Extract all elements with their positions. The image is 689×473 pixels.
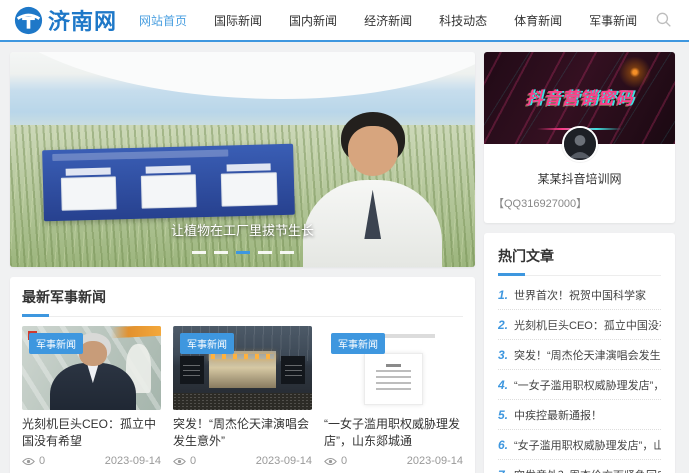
hot-articles-list: 1.世界首次！祝贺中国科学家 2.光刻机巨头CEO：孤立中国没有希望 3.突发！… [498,280,661,473]
news-card[interactable]: 军事新闻 光刻机巨头CEO：孤立中国没有希望 0 2023-09-14 [22,326,161,467]
hot-articles-title: 热门文章 [498,246,661,266]
search-icon[interactable] [655,11,673,29]
nav-item-home[interactable]: 网站首页 [139,12,187,29]
news-meta: 0 2023-09-14 [22,455,161,467]
nav-item-military[interactable]: 军事新闻 [589,12,637,29]
news-card[interactable]: 军事新闻 突发！“周杰伦天津演唱会发生意外” 0 2023-09-14 [173,326,312,467]
news-title[interactable]: “一女子滥用职权威胁理发店”，山东郯城通 [324,416,463,450]
section-title: 最新军事新闻 [22,287,463,307]
nav-item-economy[interactable]: 经济新闻 [364,12,412,29]
publish-date: 2023-09-14 [407,455,463,467]
nav-item-domestic[interactable]: 国内新闻 [289,12,337,29]
news-title[interactable]: 突发！“周杰伦天津演唱会发生意外” [173,416,312,450]
nav-item-sports[interactable]: 体育新闻 [514,12,562,29]
hot-article-item[interactable]: 7.突发意外？周杰伦方面紧急回应 [498,460,661,473]
news-thumbnail-concert: 军事新闻 [173,326,312,410]
news-thumbnail-interview: 军事新闻 [22,326,161,410]
section-divider [498,275,661,276]
main-nav: 网站首页 国际新闻 国内新闻 经济新闻 科技动态 体育新闻 军事新闻 [139,12,655,29]
publish-date: 2023-09-14 [105,455,161,467]
site-header: 济南网 网站首页 国际新闻 国内新闻 经济新闻 科技动态 体育新闻 军事新闻 [0,0,689,42]
eye-icon [324,457,337,466]
hot-article-item[interactable]: 3.突发！“周杰伦天津演唱会发生意外” [498,340,661,370]
site-logo-icon [14,6,43,35]
carousel-dot[interactable] [258,251,272,254]
latest-news-section: 最新军事新闻 军事新闻 光刻机巨头CEO：孤立中国没有希望 [10,277,475,473]
sidebar: 抖音营销密码 某某抖音培训网 【QQ316927000】 热门文章 [484,52,675,473]
category-badge: 军事新闻 [180,333,234,354]
category-badge: 军事新闻 [331,333,385,354]
section-divider [22,316,463,317]
carousel-dot[interactable] [214,251,228,254]
view-count: 0 [324,455,347,467]
hero-carousel[interactable]: 让植物在工厂里拔节生长 [10,52,475,267]
hot-articles-card: 热门文章 1.世界首次！祝贺中国科学家 2.光刻机巨头CEO：孤立中国没有希望 … [484,233,675,473]
view-count: 0 [22,455,45,467]
news-card[interactable]: 军事新闻 “一女子滥用职权威胁理发店”，山东郯城通 0 2023-09-14 [324,326,463,467]
eye-icon [22,457,35,466]
site-logo-text: 济南网 [48,4,117,36]
site-logo[interactable]: 济南网 [14,4,117,36]
eye-icon [173,457,186,466]
carousel-dot-active[interactable] [236,251,250,254]
promo-site-name: 某某抖音培训网 [484,170,675,187]
news-meta: 0 2023-09-14 [324,455,463,467]
hot-article-item[interactable]: 5.中疾控最新通报！ [498,400,661,430]
view-count: 0 [173,455,196,467]
hero-scientist [303,112,443,267]
hero-caption: 让植物在工厂里拔节生长 [10,220,475,239]
page: 济南网 网站首页 国际新闻 国内新闻 经济新闻 科技动态 体育新闻 军事新闻 [0,0,689,473]
carousel-dot[interactable] [280,251,294,254]
news-thumbnail-document: 军事新闻 [324,326,463,410]
news-meta: 0 2023-09-14 [173,455,312,467]
promo-banner-title: 抖音营销密码 [484,84,675,109]
promo-qq-contact: 【QQ316927000】 [484,195,675,211]
hot-article-item[interactable]: 6.“女子滥用职权威胁理发店”，山东一地通报 [498,430,661,460]
hot-article-item[interactable]: 2.光刻机巨头CEO：孤立中国没有希望 [498,310,661,340]
news-title[interactable]: 光刻机巨头CEO：孤立中国没有希望 [22,416,161,450]
carousel-dot[interactable] [192,251,206,254]
hero-control-panel [42,143,295,220]
hot-article-item[interactable]: 1.世界首次！祝贺中国科学家 [498,280,661,310]
nav-item-tech[interactable]: 科技动态 [439,12,487,29]
nav-item-international[interactable]: 国际新闻 [214,12,262,29]
promo-card[interactable]: 抖音营销密码 某某抖音培训网 【QQ316927000】 [484,52,675,223]
publish-date: 2023-09-14 [256,455,312,467]
category-badge: 军事新闻 [29,333,83,354]
hero-sky-swoosh [10,52,475,99]
main-column: 让植物在工厂里拔节生长 最新军事新闻 军事新闻 [10,52,475,473]
hot-article-item[interactable]: 4.“一女子滥用职权威胁理发店”，山东郯城通 [498,370,661,400]
avatar [562,126,598,162]
carousel-indicators [10,251,475,254]
news-grid: 军事新闻 光刻机巨头CEO：孤立中国没有希望 0 2023-09-14 [22,326,463,467]
